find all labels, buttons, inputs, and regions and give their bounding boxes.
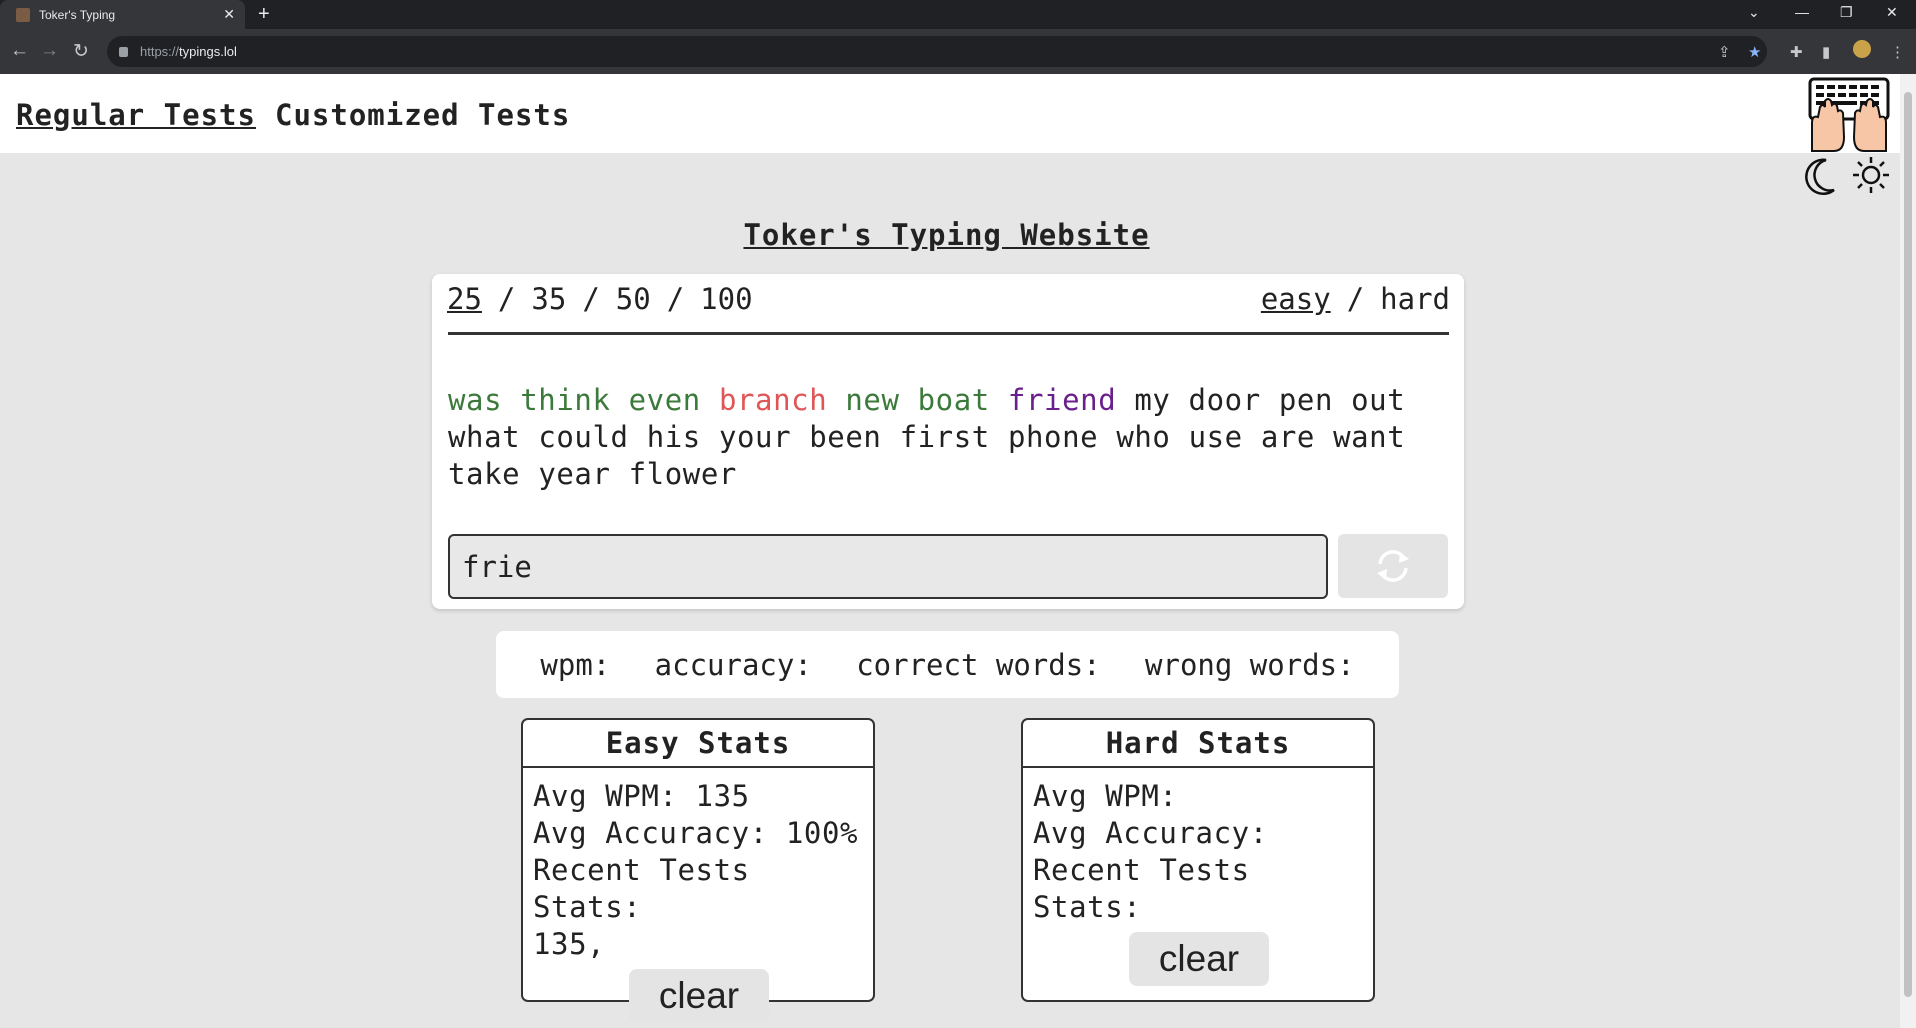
address-bar[interactable]: https://typings.lol: [107, 36, 1767, 67]
favicon-icon: [16, 7, 30, 22]
difficulty-option-hard[interactable]: hard: [1380, 282, 1450, 316]
easy-stats-title: Easy Stats: [523, 720, 873, 768]
correct-words-label: correct words:: [856, 647, 1101, 682]
hard-recent-label: Recent Tests Stats:: [1033, 853, 1250, 924]
word-correct: think: [520, 383, 611, 417]
accuracy-label: accuracy:: [654, 647, 812, 682]
easy-avg-accuracy: Avg Accuracy: 100%: [533, 816, 859, 850]
word-pending: first: [899, 420, 990, 454]
nav-customized-tests[interactable]: Customized Tests: [275, 98, 570, 132]
typing-hands-logo: [1808, 77, 1890, 152]
wpm-label: wpm:: [540, 647, 611, 682]
reload-icon[interactable]: ↻: [73, 40, 89, 63]
new-tab-button[interactable]: +: [258, 3, 270, 26]
moon-icon[interactable]: [1802, 156, 1838, 196]
extensions-icon[interactable]: ✚: [1790, 43, 1803, 61]
url-text: https://typings.lol: [140, 44, 237, 59]
restore-icon[interactable]: ❐: [1840, 4, 1853, 21]
word-pending: my: [1134, 383, 1171, 417]
browser-tab-bar: Toker's Typing ✕ + ⌄ — ❐ ✕: [0, 0, 1916, 29]
difficulty-option-easy[interactable]: easy: [1261, 282, 1331, 316]
word-pending: could: [538, 420, 629, 454]
word-pending: take: [448, 457, 521, 491]
lock-icon: [119, 46, 128, 57]
refresh-icon: [1377, 550, 1409, 582]
site-title: Toker's Typing Website: [743, 218, 1150, 252]
word-pending: year: [538, 457, 611, 491]
word-display: was think even branch new boat friend my…: [448, 382, 1448, 493]
easy-recent-label: Recent Tests Stats:: [533, 853, 750, 924]
profile-avatar[interactable]: [1853, 40, 1871, 58]
hard-stats-title: Hard Stats: [1023, 720, 1373, 768]
word-pending: his: [646, 420, 701, 454]
word-correct: was: [448, 383, 503, 417]
option-separator: /: [497, 282, 516, 316]
nav-regular-tests[interactable]: Regular Tests: [16, 98, 256, 132]
word-wrong: branch: [718, 383, 828, 417]
close-window-icon[interactable]: ✕: [1886, 4, 1898, 21]
word-pending: door: [1188, 383, 1261, 417]
word-pending: phone: [1007, 420, 1099, 454]
hard-stats-card: Hard Stats Avg WPM: Avg Accuracy: Recent…: [1021, 718, 1375, 1002]
word-count-option-25[interactable]: 25: [447, 282, 482, 316]
menu-kebab-icon[interactable]: ⋮: [1890, 43, 1905, 61]
tab-close-icon[interactable]: ✕: [223, 6, 235, 23]
option-separator: /: [666, 282, 685, 316]
back-icon[interactable]: ←: [10, 40, 29, 62]
top-nav: Regular Tests Customized Tests: [0, 74, 1900, 153]
difficulty-options: easy / hard: [1261, 282, 1450, 316]
word-correct: new: [845, 383, 900, 417]
easy-clear-button[interactable]: clear: [629, 969, 769, 1023]
bookmark-star-icon[interactable]: ★: [1748, 43, 1761, 61]
hard-avg-wpm: Avg WPM:: [1033, 779, 1178, 813]
word-pending: flower: [628, 457, 737, 491]
live-stats-bar: wpm: accuracy: correct words: wrong word…: [496, 631, 1399, 698]
sun-icon[interactable]: [1852, 156, 1890, 194]
word-pending: want: [1333, 420, 1406, 454]
page-scrollbar[interactable]: [1900, 74, 1916, 1028]
browser-tab[interactable]: Toker's Typing ✕: [0, 0, 245, 29]
side-panel-icon[interactable]: ▮: [1822, 43, 1830, 61]
word-count-options: 25 / 35 / 50 / 100: [447, 282, 753, 316]
hard-avg-accuracy: Avg Accuracy:: [1033, 816, 1268, 850]
option-separator: /: [1346, 282, 1365, 316]
word-count-option-100[interactable]: 100: [700, 282, 752, 316]
word-count-option-35[interactable]: 35: [531, 282, 566, 316]
typing-input[interactable]: [448, 534, 1328, 599]
word-pending: your: [718, 420, 792, 454]
word-current: friend: [1007, 383, 1117, 417]
typing-test-card: 25 / 35 / 50 / 100 easy / hard was think even br…: [432, 274, 1464, 609]
word-pending: out: [1351, 383, 1406, 417]
word-count-option-50[interactable]: 50: [616, 282, 651, 316]
page: Regular Tests Customized Tests Toker's T…: [0, 74, 1900, 1028]
word-pending: who: [1116, 420, 1171, 454]
easy-recent-values: 135,: [533, 927, 606, 961]
easy-stats-card: Easy Stats Avg WPM: 135 Avg Accuracy: 10…: [521, 718, 875, 1023]
tab-title: Toker's Typing: [39, 7, 116, 22]
word-pending: use: [1188, 420, 1243, 454]
word-pending: pen: [1278, 383, 1334, 417]
option-separator: /: [582, 282, 600, 316]
hard-clear-button[interactable]: clear: [1129, 932, 1269, 986]
forward-icon[interactable]: →: [40, 40, 59, 62]
word-correct: even: [628, 383, 701, 417]
word-pending: been: [809, 420, 882, 454]
share-icon[interactable]: ⇪: [1718, 43, 1731, 61]
divider: [448, 332, 1449, 335]
word-pending: are: [1260, 420, 1315, 454]
scrollbar-thumb[interactable]: [1904, 92, 1912, 997]
word-pending: what: [448, 420, 521, 454]
restart-button[interactable]: [1338, 534, 1448, 598]
word-correct: boat: [917, 383, 990, 417]
tab-search-icon[interactable]: ⌄: [1748, 4, 1760, 21]
minimize-icon[interactable]: —: [1795, 4, 1809, 20]
browser-toolbar: ← → ↻ https://typings.lol ⇪ ★ ✚ ▮ ⋮: [0, 29, 1916, 74]
wrong-words-label: wrong words:: [1145, 647, 1355, 682]
easy-avg-wpm: Avg WPM: 135: [533, 779, 750, 813]
